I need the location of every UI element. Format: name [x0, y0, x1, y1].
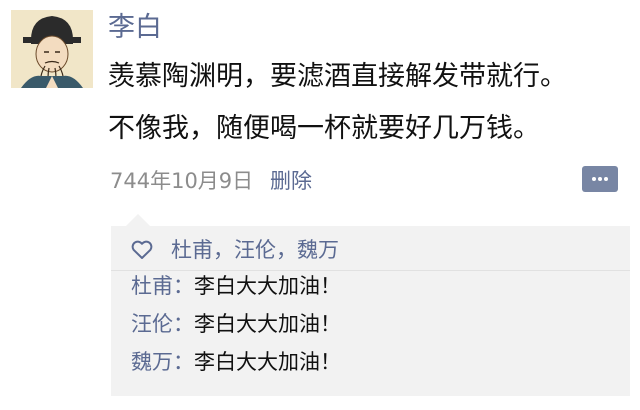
comment-separator: ：: [173, 312, 194, 336]
comment-text: 李白大大加油！: [194, 312, 341, 336]
comment-item[interactable]: 汪伦：李白大大加油！: [131, 310, 341, 338]
comment-separator: ：: [173, 350, 194, 374]
likers-list[interactable]: 杜甫，汪伦，魏万: [171, 236, 339, 264]
panel-caret: [126, 214, 150, 226]
comment-dots-icon: [598, 177, 602, 181]
post-text-line: 羡慕陶渊明，要滤酒直接解发带就行。: [108, 61, 567, 92]
comment-item[interactable]: 杜甫：李白大大加油！: [131, 272, 341, 300]
comment-dots-icon: [592, 177, 596, 181]
heart-outline-icon: [131, 240, 153, 260]
delete-link[interactable]: 删除: [270, 167, 312, 195]
comment-text: 李白大大加油！: [194, 350, 341, 374]
commenter-name[interactable]: 汪伦: [131, 312, 173, 336]
post-text-line: 不像我，随便喝一杯就要好几万钱。: [108, 113, 540, 144]
comment-separator: ：: [173, 274, 194, 298]
avatar[interactable]: [11, 10, 93, 88]
comment-button[interactable]: [582, 166, 618, 192]
comment-text: 李白大大加油！: [194, 274, 341, 298]
likes-row: 杜甫，汪伦，魏万: [131, 236, 339, 264]
commenter-name[interactable]: 杜甫: [131, 274, 173, 298]
likes-comments-panel: 杜甫，汪伦，魏万 杜甫：李白大大加油！ 汪伦：李白大大加油！ 魏万：李白大大加油…: [111, 226, 630, 396]
commenter-name[interactable]: 魏万: [131, 350, 173, 374]
post-timestamp: 744年10月9日: [110, 169, 254, 193]
panel-divider: [111, 270, 630, 271]
comment-item[interactable]: 魏万：李白大大加油！: [131, 348, 341, 376]
comment-dots-icon: [604, 177, 608, 181]
post-author[interactable]: 李白: [108, 10, 162, 46]
